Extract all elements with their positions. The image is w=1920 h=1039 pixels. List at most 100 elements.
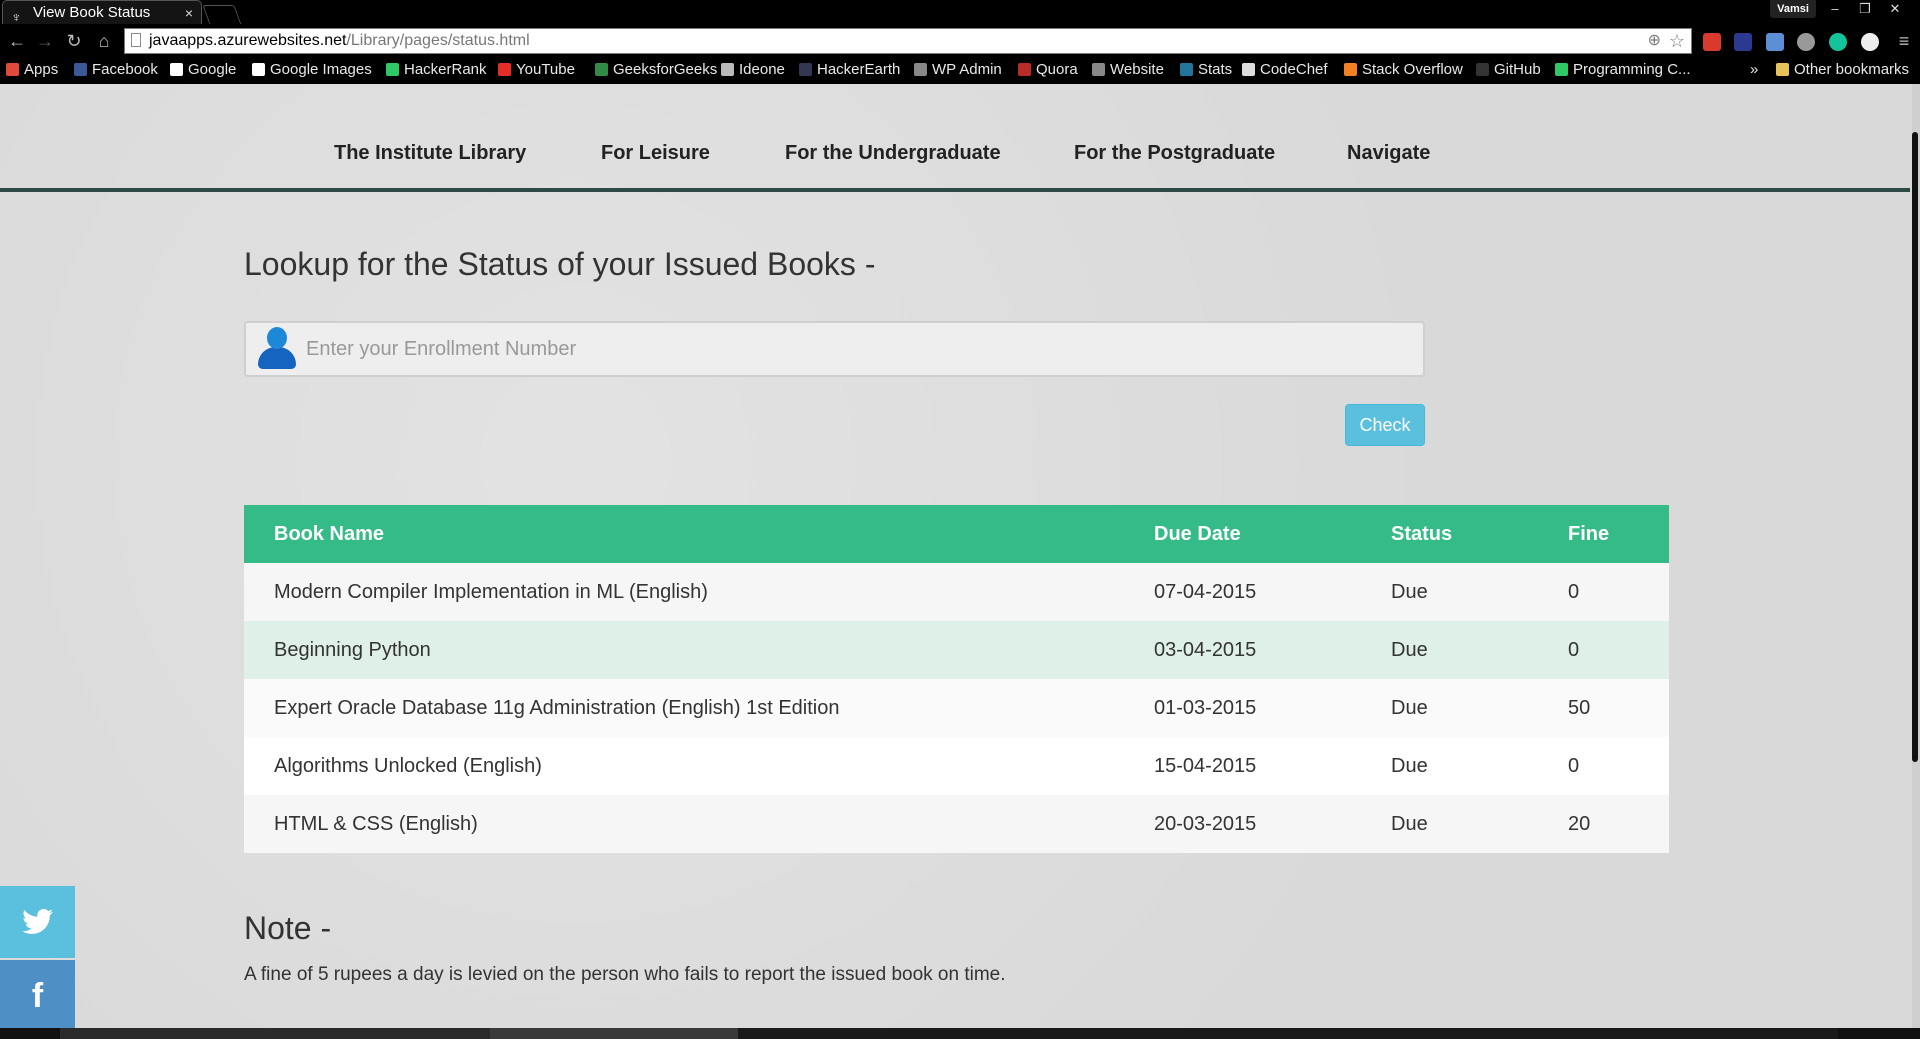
facebook-f-icon: f [31,977,44,1015]
facebook-share-button[interactable]: f [0,960,75,1028]
note-text: A fine of 5 rupees a day is levied on th… [244,964,1006,985]
extension-check-icon[interactable] [1797,33,1815,51]
bookmark-item[interactable]: Google Images [252,58,372,84]
tab-title: View Book Status [33,4,151,21]
due-date-cell: 15-04-2015 [1124,737,1361,795]
status-cell: Due [1361,621,1538,679]
twitter-share-button[interactable] [0,886,75,958]
extension-circle-icon[interactable] [1861,33,1879,51]
bookmark-item[interactable]: GitHub [1476,58,1541,84]
bookmark-favicon-icon [386,63,399,76]
fine-cell: 0 [1538,737,1669,795]
bookmark-item[interactable]: Apps [6,58,58,84]
fine-cell: 20 [1538,795,1669,853]
nav-item-undergraduate[interactable]: For the Undergraduate [785,142,1001,165]
bookmark-item[interactable]: GeeksforGeeks [595,58,717,84]
book-name-cell: Modern Compiler Implementation in ML (En… [244,563,1124,621]
bookmark-favicon-icon [1018,63,1031,76]
bookmark-item[interactable]: Website [1092,58,1164,84]
fine-cell: 0 [1538,621,1669,679]
table-row: Modern Compiler Implementation in ML (En… [244,563,1669,621]
bookmark-favicon-icon [498,63,511,76]
extension-camera-icon[interactable] [1766,33,1784,51]
due-date-cell: 20-03-2015 [1124,795,1361,853]
bookmark-label: Apps [24,61,59,78]
zoom-icon[interactable]: ⊕ [1648,29,1661,53]
bookmark-favicon-icon [1476,63,1489,76]
status-cell: Due [1361,679,1538,737]
bookmark-label: Google [188,61,237,78]
url-domain: javaapps.azurewebsites.net [149,32,347,49]
column-header-status: Status [1361,505,1538,563]
nav-item-postgraduate[interactable]: For the Postgraduate [1074,142,1275,165]
extension-grammarly-icon[interactable] [1829,33,1847,51]
other-bookmarks-folder[interactable]: Other bookmarks [1776,58,1909,84]
scrollbar[interactable] [1910,132,1920,932]
bookmark-label: YouTube [516,61,575,78]
table-header-row: Book Name Due Date Status Fine [244,505,1669,563]
address-bar[interactable]: javaapps.azurewebsites.net/Library/pages… [124,28,1692,54]
minimize-icon[interactable]: – [1820,0,1850,18]
bookmark-star-icon[interactable]: ☆ [1669,29,1685,53]
bookmark-label: HackerRank [404,61,487,78]
extension-h-icon[interactable] [1734,33,1752,51]
new-tab-button[interactable] [202,5,242,25]
book-name-cell: Expert Oracle Database 11g Administratio… [244,679,1124,737]
menu-icon[interactable]: ≡ [1893,30,1915,52]
table-row: Beginning Python 03-04-2015 Due 0 [244,621,1669,679]
back-arrow-icon[interactable]: ← [6,30,28,52]
bookmark-label: Stack Overflow [1362,61,1463,78]
bookmarks-overflow-chevron[interactable]: » [1750,58,1758,84]
enrollment-input[interactable] [306,323,1406,375]
forward-arrow-icon[interactable]: → [34,30,56,52]
home-icon[interactable]: ⌂ [93,30,115,52]
bookmark-favicon-icon [1180,63,1193,76]
bookmark-item[interactable]: Google [170,58,236,84]
bookmark-favicon-icon [1344,63,1357,76]
status-cell: Due [1361,737,1538,795]
due-date-cell: 01-03-2015 [1124,679,1361,737]
bookmark-favicon-icon [799,63,812,76]
column-header-fine: Fine [1538,505,1669,563]
bookmark-item[interactable]: Quora [1018,58,1078,84]
user-icon [256,326,298,372]
fine-cell: 50 [1538,679,1669,737]
browser-tab[interactable]: ♆ View Book Status × [2,0,202,25]
bookmark-favicon-icon [74,63,87,76]
bookmark-item[interactable]: CodeChef [1242,58,1328,84]
bookmark-item[interactable]: HackerRank [386,58,487,84]
scrollbar-thumb[interactable] [1912,132,1918,762]
extension-bookmark-icon[interactable] [1703,33,1721,51]
due-date-cell: 03-04-2015 [1124,621,1361,679]
column-header-due-date: Due Date [1124,505,1361,563]
bookmark-item[interactable]: YouTube [498,58,575,84]
nav-item-leisure[interactable]: For Leisure [601,142,710,165]
bookmark-item[interactable]: WP Admin [914,58,1002,84]
bookmark-item[interactable]: Stack Overflow [1344,58,1463,84]
folder-icon [1776,63,1789,76]
bookmark-item[interactable]: HackerEarth [799,58,900,84]
bookmark-favicon-icon [170,63,183,76]
bookmark-item[interactable]: Facebook [74,58,158,84]
bookmark-label: WP Admin [932,61,1002,78]
check-button[interactable]: Check [1345,404,1425,446]
bookmark-favicon-icon [252,63,265,76]
nav-item-institute-library[interactable]: The Institute Library [334,142,526,165]
bookmark-item[interactable]: Stats [1180,58,1232,84]
nav-item-navigate[interactable]: Navigate [1347,142,1430,165]
bookmark-favicon-icon [914,63,927,76]
restore-icon[interactable]: ❐ [1850,0,1880,18]
enrollment-search-box [244,321,1425,377]
bookmark-item[interactable]: Programming C... [1555,58,1691,84]
profile-button[interactable]: Vamsi [1770,0,1816,18]
bookmark-favicon-icon [721,63,734,76]
page-content: The Institute Library For Leisure For th… [0,84,1920,1028]
table-row: HTML & CSS (English) 20-03-2015 Due 20 [244,795,1669,853]
book-name-cell: Algorithms Unlocked (English) [244,737,1124,795]
bookmark-favicon-icon [1242,63,1255,76]
tab-close-icon[interactable]: × [185,1,193,25]
bookmark-item[interactable]: Ideone [721,58,785,84]
reload-icon[interactable]: ↻ [63,30,85,52]
window-close-icon[interactable]: ✕ [1880,0,1910,18]
bookmark-label: GeeksforGeeks [613,61,718,78]
